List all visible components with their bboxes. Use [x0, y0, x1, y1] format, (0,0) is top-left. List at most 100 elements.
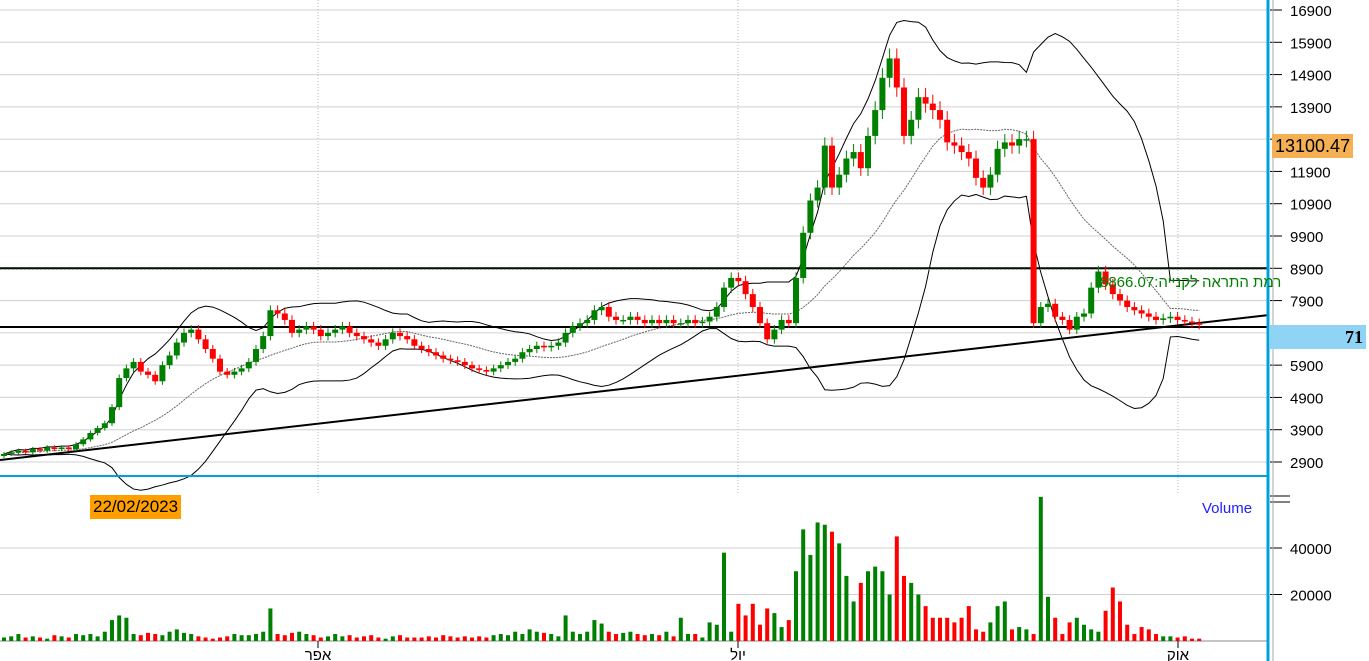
price-tick-label: 16900 — [1290, 3, 1332, 20]
volume-bar — [714, 624, 719, 641]
volume-bar — [261, 631, 266, 641]
candle-body — [296, 329, 303, 333]
volume-bar — [866, 571, 870, 641]
candle-body — [994, 148, 1001, 175]
volume-bar — [174, 629, 179, 641]
candle-body — [721, 287, 727, 308]
volume-bar — [45, 638, 50, 641]
candle-body — [238, 368, 245, 372]
candle-body — [929, 103, 936, 111]
volume-bar — [304, 634, 309, 641]
alert-label: רמת התראה לקנייה:8866.07 — [1100, 274, 1282, 291]
candle-body — [101, 423, 108, 429]
volume-bar — [542, 632, 546, 641]
candle-body — [649, 319, 655, 324]
candle-body — [346, 326, 353, 333]
volume-bar — [671, 636, 676, 641]
volume-bar — [1175, 637, 1180, 641]
volume-bar — [1002, 601, 1007, 641]
volume-label: Volume — [1202, 500, 1253, 517]
date-tag: 22/02/2023 — [90, 495, 182, 519]
candle-body — [1001, 142, 1008, 149]
bollinger-upper-band — [3, 20, 1200, 455]
candle-body — [375, 342, 382, 346]
volume-bar — [131, 634, 136, 641]
candle-body — [562, 332, 569, 343]
volume-bar — [376, 637, 381, 641]
volume-bar — [462, 636, 467, 641]
candle-body — [15, 450, 22, 453]
candle-body — [526, 349, 533, 353]
candle-body — [274, 310, 281, 314]
cursor-value-tag: 71 — [1270, 325, 1366, 349]
candle-body — [490, 368, 497, 372]
volume-bar — [534, 631, 539, 641]
candle-body — [260, 336, 267, 349]
volume-bar — [736, 603, 741, 641]
candle-body — [1160, 318, 1167, 320]
volume-bar — [326, 636, 330, 641]
volume-bar — [1146, 629, 1151, 641]
volume-bar — [268, 608, 273, 641]
volume-bar — [758, 624, 762, 641]
candle-body — [44, 447, 51, 451]
chart-canvas[interactable]: 2900390049005900690079008900990010900119… — [0, 0, 1369, 661]
volume-bar — [909, 582, 914, 641]
volume-bar — [1046, 596, 1050, 641]
volume-bar — [621, 632, 626, 641]
candle-body — [1196, 323, 1203, 325]
price-tick-label: 7900 — [1290, 294, 1323, 311]
candle-body — [922, 97, 929, 104]
candle-body — [397, 332, 403, 337]
candle-body — [152, 374, 159, 382]
volume-tick-label: 20000 — [1290, 588, 1332, 605]
volume-bar — [398, 635, 402, 641]
candle-body — [454, 360, 461, 362]
candle-body — [310, 326, 317, 330]
volume-bar — [1017, 627, 1022, 641]
candle-body — [1117, 294, 1123, 301]
candle-body — [908, 119, 915, 136]
candle-body — [670, 319, 677, 324]
candle-body — [793, 277, 799, 324]
volume-bar — [686, 634, 690, 641]
volume-bar — [808, 554, 813, 641]
candle-body — [289, 319, 295, 333]
volume-bar — [981, 631, 986, 641]
candle-body — [1037, 307, 1044, 324]
candle-body — [109, 407, 115, 424]
volume-bar — [225, 636, 230, 641]
volume-bar — [606, 631, 611, 641]
volume-bar — [498, 634, 503, 641]
candle-body — [901, 87, 907, 136]
candle-body — [764, 323, 771, 340]
volume-bar — [930, 617, 935, 641]
volume-bar — [477, 636, 482, 641]
candle-body — [836, 174, 843, 188]
volume-bar — [354, 637, 359, 641]
volume-bar — [16, 634, 21, 641]
volume-bar — [844, 575, 849, 641]
volume-bar — [1074, 617, 1079, 641]
candle-body — [757, 307, 763, 324]
volume-bar — [635, 634, 640, 641]
volume-tick-label: 40000 — [1290, 541, 1332, 558]
candle-body — [541, 345, 547, 348]
candle-body — [1189, 321, 1195, 324]
volume-bar — [693, 634, 698, 641]
volume-bar — [1010, 629, 1014, 641]
candle-body — [713, 307, 720, 317]
volume-bar — [765, 608, 770, 641]
candle-body — [425, 349, 432, 353]
candle-body — [332, 329, 339, 333]
volume-bar — [2, 637, 6, 641]
candle-body — [605, 307, 612, 317]
volume-bar — [297, 631, 302, 641]
candle-body — [469, 365, 475, 369]
volume-bar — [9, 636, 14, 641]
candle-body — [1088, 287, 1095, 314]
candle-body — [620, 319, 627, 322]
candle-body — [872, 110, 879, 136]
volume-bar — [923, 606, 928, 641]
candle-body — [1, 453, 7, 456]
